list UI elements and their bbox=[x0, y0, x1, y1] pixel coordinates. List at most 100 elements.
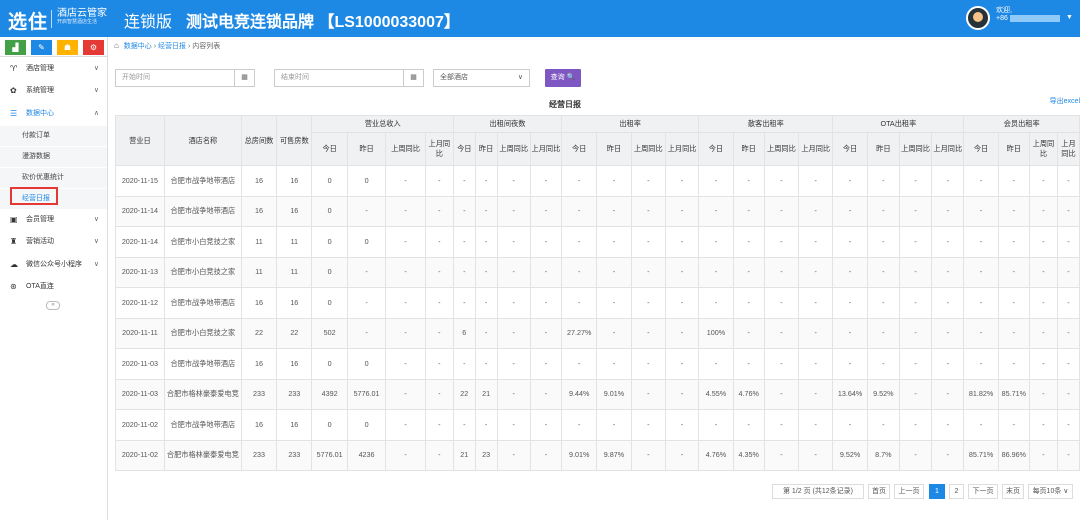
table-cell: 4.35% bbox=[732, 439, 765, 471]
table-cell: 16 bbox=[240, 287, 278, 319]
table-cell: - bbox=[898, 195, 933, 227]
sidebar-item-wechat[interactable]: ☁ 微信公众号小程序 ∨ bbox=[0, 254, 107, 276]
table-cell: - bbox=[963, 256, 999, 288]
table-cell: - bbox=[424, 409, 454, 441]
table-cell: - bbox=[832, 226, 868, 258]
settings-icon[interactable]: ⚙ bbox=[83, 40, 104, 55]
edit-icon[interactable]: ✎ bbox=[31, 40, 52, 55]
export-excel-link[interactable]: 导出excel bbox=[1050, 95, 1080, 109]
table-cell: 11 bbox=[240, 226, 278, 258]
table-cell: 合肥市战争地带酒店 bbox=[163, 195, 242, 227]
column-subheader: 上周同比 bbox=[496, 132, 531, 166]
sidebar-item-system[interactable]: ✿ 系统管理 ∨ bbox=[0, 80, 107, 102]
end-date-input[interactable]: 结束时间 ▦ bbox=[274, 69, 424, 87]
sidebar-item-label: 酒店管理 bbox=[26, 65, 54, 72]
logo[interactable]: 选住 bbox=[8, 7, 48, 34]
table-cell: - bbox=[452, 348, 476, 380]
table-cell: - bbox=[763, 226, 800, 258]
table-cell: - bbox=[732, 226, 765, 258]
table-cell: - bbox=[732, 317, 765, 349]
calendar-icon[interactable]: ▦ bbox=[403, 70, 423, 86]
table-row: 2020-11-03 合肥市战争地带酒店 16 16 0 0- - - - - - - - - - - - - - -… bbox=[115, 348, 1080, 380]
table-cell: - bbox=[452, 256, 476, 288]
sidebar-item-label: OTA直连 bbox=[26, 283, 54, 290]
table-cell: - bbox=[866, 226, 900, 258]
table-cell: - bbox=[698, 256, 734, 288]
table-cell: - bbox=[763, 439, 800, 471]
table-cell: - bbox=[1056, 226, 1080, 258]
column-subheader: 上月同比 bbox=[529, 132, 563, 166]
calendar-icon[interactable]: ▦ bbox=[234, 70, 254, 86]
table-cell: 合肥市格林豪泰爱电竞 bbox=[163, 378, 242, 410]
breadcrumb-content-list: 内容列表 bbox=[192, 43, 221, 50]
table-cell: - bbox=[630, 195, 666, 227]
table-cell: 4.76% bbox=[732, 378, 765, 410]
table-cell: - bbox=[898, 256, 933, 288]
masked-phone bbox=[1010, 15, 1060, 22]
table-cell: - bbox=[798, 287, 834, 319]
home-icon[interactable]: ⌂ bbox=[114, 41, 119, 50]
prev-page-button[interactable]: 上一页 bbox=[894, 484, 924, 499]
table-cell: - bbox=[997, 317, 1030, 349]
start-date-input[interactable]: 开始时间 ▦ bbox=[115, 69, 255, 87]
table-cell: - bbox=[866, 256, 900, 288]
table-cell: - bbox=[385, 378, 426, 410]
sidebar-item-data[interactable]: ☰ 数据中心 ∧ bbox=[0, 103, 107, 125]
table-cell: - bbox=[832, 317, 868, 349]
table-cell: - bbox=[596, 317, 632, 349]
table-row: 2020-11-02 合肥市格林豪泰爱电竞 233 233 5776.01 4236- -2… bbox=[115, 439, 1080, 471]
column-group-header: 出租间夜数 bbox=[452, 115, 563, 133]
last-page-button[interactable]: 末页 bbox=[1002, 484, 1024, 499]
users-icon[interactable]: ☗ bbox=[57, 40, 78, 55]
query-button[interactable]: 查询 🔍 bbox=[545, 69, 581, 87]
table-cell: - bbox=[832, 195, 868, 227]
report-title-bar: 经营日报 导出excel bbox=[115, 95, 1080, 115]
table-cell: 85.71% bbox=[963, 439, 999, 471]
table-cell: 233 bbox=[240, 378, 278, 410]
table-cell: - bbox=[763, 195, 800, 227]
page-2-button[interactable]: 2 bbox=[949, 484, 964, 499]
table-cell: - bbox=[529, 226, 563, 258]
table-cell: - bbox=[529, 409, 563, 441]
breadcrumb-data-center[interactable]: 数据中心 bbox=[124, 43, 152, 50]
sidebar-item-members[interactable]: ▣ 会员管理 ∨ bbox=[0, 209, 107, 231]
table-cell: - bbox=[1056, 409, 1080, 441]
sidebar-subitem-roaming[interactable]: 漫游数据 bbox=[0, 147, 107, 167]
column-subheader: 上周同比 bbox=[630, 132, 666, 166]
breadcrumb-daily-report[interactable]: 经营日报 bbox=[158, 43, 186, 50]
table-cell: - bbox=[496, 348, 531, 380]
column-subheader: 今日 bbox=[311, 132, 348, 166]
logo-subtitle: 酒店云管家 开启智慧酒店生活 bbox=[57, 8, 107, 26]
next-page-button[interactable]: 下一页 bbox=[968, 484, 998, 499]
table-cell: - bbox=[385, 256, 426, 288]
avatar[interactable] bbox=[966, 6, 990, 30]
sidebar-item-hotel[interactable]: ♈ 酒店管理 ∨ bbox=[0, 58, 107, 80]
table-cell: - bbox=[474, 195, 498, 227]
table-cell: 0 bbox=[311, 348, 348, 380]
table-cell: - bbox=[1056, 256, 1080, 288]
table-cell: - bbox=[931, 195, 965, 227]
table-cell: - bbox=[664, 287, 700, 319]
table-cell: - bbox=[798, 256, 834, 288]
logo-divider bbox=[51, 10, 52, 28]
column-header: 酒店名称 bbox=[163, 115, 242, 166]
collapse-sidebar-icon[interactable]: « bbox=[46, 301, 60, 310]
table-cell: - bbox=[560, 195, 598, 227]
user-dropdown-icon[interactable]: ▼ bbox=[1066, 14, 1073, 21]
page-1-button[interactable]: 1 bbox=[929, 484, 945, 499]
table-cell: 85.71% bbox=[997, 378, 1030, 410]
daily-report-table: 营业日 酒店名称 总房间数 可售房数 营业总收入 出租间夜数 出租率 散客出租率 OTA出租率会… bbox=[115, 115, 1080, 471]
table-cell: - bbox=[630, 348, 666, 380]
sidebar-subitem-bargain[interactable]: 砍价优惠统计 bbox=[0, 168, 107, 188]
table-cell: - bbox=[732, 348, 765, 380]
first-page-button[interactable]: 首页 bbox=[868, 484, 890, 499]
chart-icon[interactable]: ▟ bbox=[5, 40, 26, 55]
hotel-select[interactable]: 全部酒店 ∨ bbox=[433, 69, 530, 87]
table-cell: - bbox=[698, 287, 734, 319]
per-page-select[interactable]: 每页10条 ∨ bbox=[1028, 484, 1073, 499]
sidebar-item-marketing[interactable]: ♜ 营销活动 ∨ bbox=[0, 231, 107, 253]
column-subheader: 上周同比 bbox=[898, 132, 933, 166]
sidebar-item-ota[interactable]: ⊛ OTA直连 bbox=[0, 276, 107, 298]
handshake-icon: ⊛ bbox=[10, 282, 17, 291]
sidebar-subitem-payments[interactable]: 付款订单 bbox=[0, 126, 107, 146]
